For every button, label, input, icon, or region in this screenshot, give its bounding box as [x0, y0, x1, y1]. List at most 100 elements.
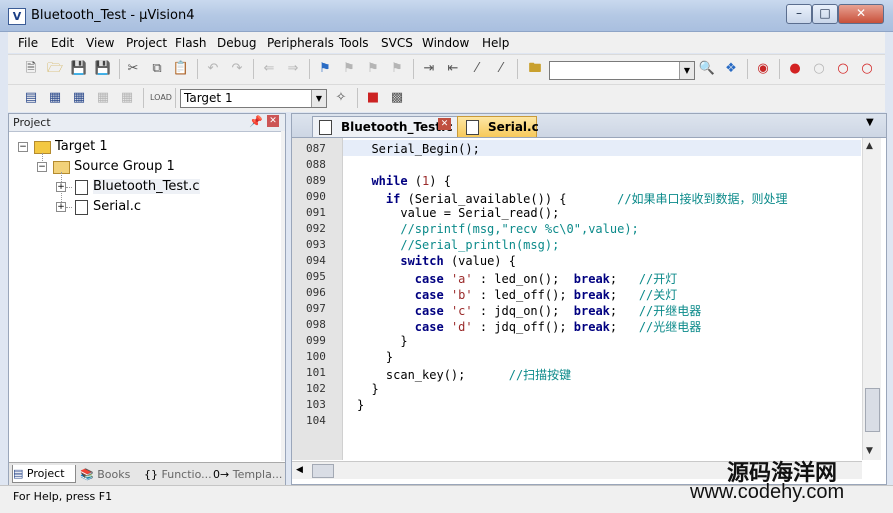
h-scroll-thumb[interactable] — [312, 464, 334, 478]
target-select[interactable]: Target 1 ▼ — [180, 89, 327, 108]
tree-file-serial[interactable]: Serial.c — [93, 199, 141, 214]
find-in-files-icon[interactable]: 🖿 — [526, 60, 544, 78]
scroll-down-icon[interactable]: ▼ — [866, 446, 873, 456]
tree-target[interactable]: Target 1 — [55, 139, 108, 154]
code-line[interactable]: case 'c' : jdq_on(); break; //开继电器 — [357, 302, 701, 319]
scroll-left-icon[interactable]: ◀ — [296, 465, 303, 475]
code-line[interactable]: while (1) { — [357, 174, 451, 188]
code-line[interactable]: scan_key(); //扫描按键 — [357, 366, 571, 383]
collapse-target-icon[interactable]: − — [18, 142, 28, 152]
unindent-icon[interactable]: ⇤ — [444, 60, 462, 78]
menu-help[interactable]: Help — [482, 36, 509, 50]
bookmark-toggle-icon[interactable]: ⚑ — [316, 60, 334, 78]
project-panel: Project 📌 ✕ − Target 1 − Source Group 1 … — [8, 113, 286, 485]
translate-icon[interactable]: ▤ — [22, 89, 40, 107]
build-icon[interactable]: ▦ — [46, 89, 64, 107]
menu-peripherals[interactable]: Peripherals — [267, 36, 334, 50]
code-line[interactable]: value = Serial_read(); — [357, 206, 559, 220]
bookmark-clear-icon[interactable]: ⚑ — [388, 60, 406, 78]
toolbar-build: ▤ ▦ ▦ ▦ ▦ LOAD Target 1 ▼ ✧ ■ ▩ — [8, 84, 885, 112]
tree-file-bluetooth[interactable]: Bluetooth_Test.c — [93, 179, 200, 194]
code-line[interactable]: case 'a' : led_on(); break; //开灯 — [357, 270, 677, 287]
paste-icon[interactable]: 📋 — [172, 60, 190, 78]
nav-back-icon[interactable]: ⇐ — [260, 60, 278, 78]
code-line[interactable]: if (Serial_available()) { //如果串口接收到数据，则处… — [357, 190, 788, 207]
redo-icon[interactable]: ↷ — [228, 60, 246, 78]
breakpoint-insert-icon[interactable]: ● — [786, 60, 804, 78]
search-combo[interactable]: ▼ — [549, 61, 695, 80]
chevron-down-icon[interactable]: ▼ — [311, 90, 326, 107]
debug-session-icon[interactable]: ◉ — [754, 60, 772, 78]
code-area[interactable]: Serial_Begin(); while (1) { if (Serial_a… — [292, 114, 862, 460]
tab-menu-icon[interactable]: ▼ — [866, 117, 874, 128]
vertical-scrollbar[interactable]: ▲ ▼ — [862, 138, 881, 460]
download-icon[interactable]: LOAD — [150, 89, 172, 107]
expand-file-icon[interactable]: + — [56, 182, 66, 192]
menu-file[interactable]: File — [18, 36, 38, 50]
code-line[interactable]: case 'd' : jdq_off(); break; //光继电器 — [357, 318, 701, 335]
uncomment-icon[interactable]: ⁄ — [492, 60, 510, 78]
project-scrollbar[interactable] — [281, 131, 285, 461]
code-line[interactable]: case 'b' : led_off(); break; //关灯 — [357, 286, 677, 303]
menu-bar: File Edit View Project Flash Debug Perip… — [8, 32, 885, 53]
code-line[interactable]: Serial_Begin(); — [357, 142, 479, 156]
undo-icon[interactable]: ↶ — [204, 60, 222, 78]
maximize-button[interactable]: □ — [812, 4, 838, 24]
indent-icon[interactable]: ⇥ — [420, 60, 438, 78]
find-icon[interactable]: 🔍 — [698, 60, 716, 78]
menu-tools[interactable]: Tools — [339, 36, 369, 50]
copy-icon[interactable]: ⧉ — [148, 60, 166, 78]
code-line[interactable]: //Serial_println(msg); — [357, 238, 559, 252]
code-line[interactable]: switch (value) { — [357, 254, 516, 268]
rebuild-icon[interactable]: ▦ — [70, 89, 88, 107]
code-line[interactable]: } — [357, 382, 378, 396]
breakpoint-disable-icon[interactable]: ○ — [810, 60, 828, 78]
bookmark-prev-icon[interactable]: ⚑ — [340, 60, 358, 78]
open-folder-icon[interactable]: 🗁 — [46, 60, 64, 78]
project-panel-tabs: ▤ Project 📚 Books {} Functio... 0→ Templ… — [9, 462, 285, 485]
save-all-icon[interactable]: 💾 — [94, 60, 112, 78]
code-line[interactable]: } — [357, 334, 407, 348]
menu-flash[interactable]: Flash — [175, 36, 206, 50]
chevron-down-icon[interactable]: ▼ — [679, 62, 694, 79]
code-line[interactable]: //sprintf(msg,"recv %c\0",value); — [357, 222, 638, 236]
batch-build-icon[interactable]: ▦ — [94, 89, 112, 107]
menu-edit[interactable]: Edit — [51, 36, 74, 50]
nav-forward-icon[interactable]: ⇒ — [284, 60, 302, 78]
bookmark-next-icon[interactable]: ⚑ — [364, 60, 382, 78]
code-line[interactable]: } — [357, 398, 364, 412]
comment-icon[interactable]: ⁄ — [468, 60, 486, 78]
tab-project-label: Project — [26, 467, 65, 480]
close-button[interactable]: ✕ — [838, 4, 884, 24]
menu-debug[interactable]: Debug — [217, 36, 256, 50]
tab-project[interactable]: ▤ Project — [12, 465, 76, 483]
collapse-group-icon[interactable]: − — [37, 162, 47, 172]
cut-icon[interactable]: ✂ — [124, 60, 142, 78]
minimize-button[interactable]: – — [786, 4, 812, 24]
new-file-icon[interactable]: 🗎 — [22, 60, 40, 78]
tab-templates[interactable]: 0→ Templa... — [212, 465, 284, 484]
incremental-find-icon[interactable]: ❖ — [722, 60, 740, 78]
scroll-thumb[interactable] — [865, 388, 880, 432]
manage-components-icon[interactable]: ■ — [364, 89, 382, 107]
close-icon[interactable]: ✕ — [267, 115, 279, 127]
stop-build-icon[interactable]: ▦ — [118, 89, 136, 107]
tree-source-group[interactable]: Source Group 1 — [74, 159, 175, 174]
scroll-up-icon[interactable]: ▲ — [866, 141, 873, 151]
title-bar: V Bluetooth_Test - μVision4 – □ ✕ — [0, 0, 893, 32]
menu-svcs[interactable]: SVCS — [381, 36, 413, 50]
menu-project[interactable]: Project — [126, 36, 167, 50]
breakpoint-kill-all-icon[interactable]: ○ — [858, 60, 876, 78]
breakpoint-kill-icon[interactable]: ○ — [834, 60, 852, 78]
project-tab-icon: ▤ — [13, 467, 24, 480]
tab-books[interactable]: 📚 Books — [79, 465, 141, 484]
pin-icon[interactable]: 📌 — [249, 115, 263, 128]
menu-window[interactable]: Window — [422, 36, 469, 50]
select-packs-icon[interactable]: ▩ — [388, 89, 406, 107]
save-icon[interactable]: 💾 — [70, 60, 88, 78]
expand-file-icon[interactable]: + — [56, 202, 66, 212]
code-line[interactable]: } — [357, 350, 393, 364]
menu-view[interactable]: View — [86, 36, 114, 50]
tab-functions[interactable]: {} Functio... — [143, 465, 213, 484]
target-options-icon[interactable]: ✧ — [332, 89, 350, 107]
